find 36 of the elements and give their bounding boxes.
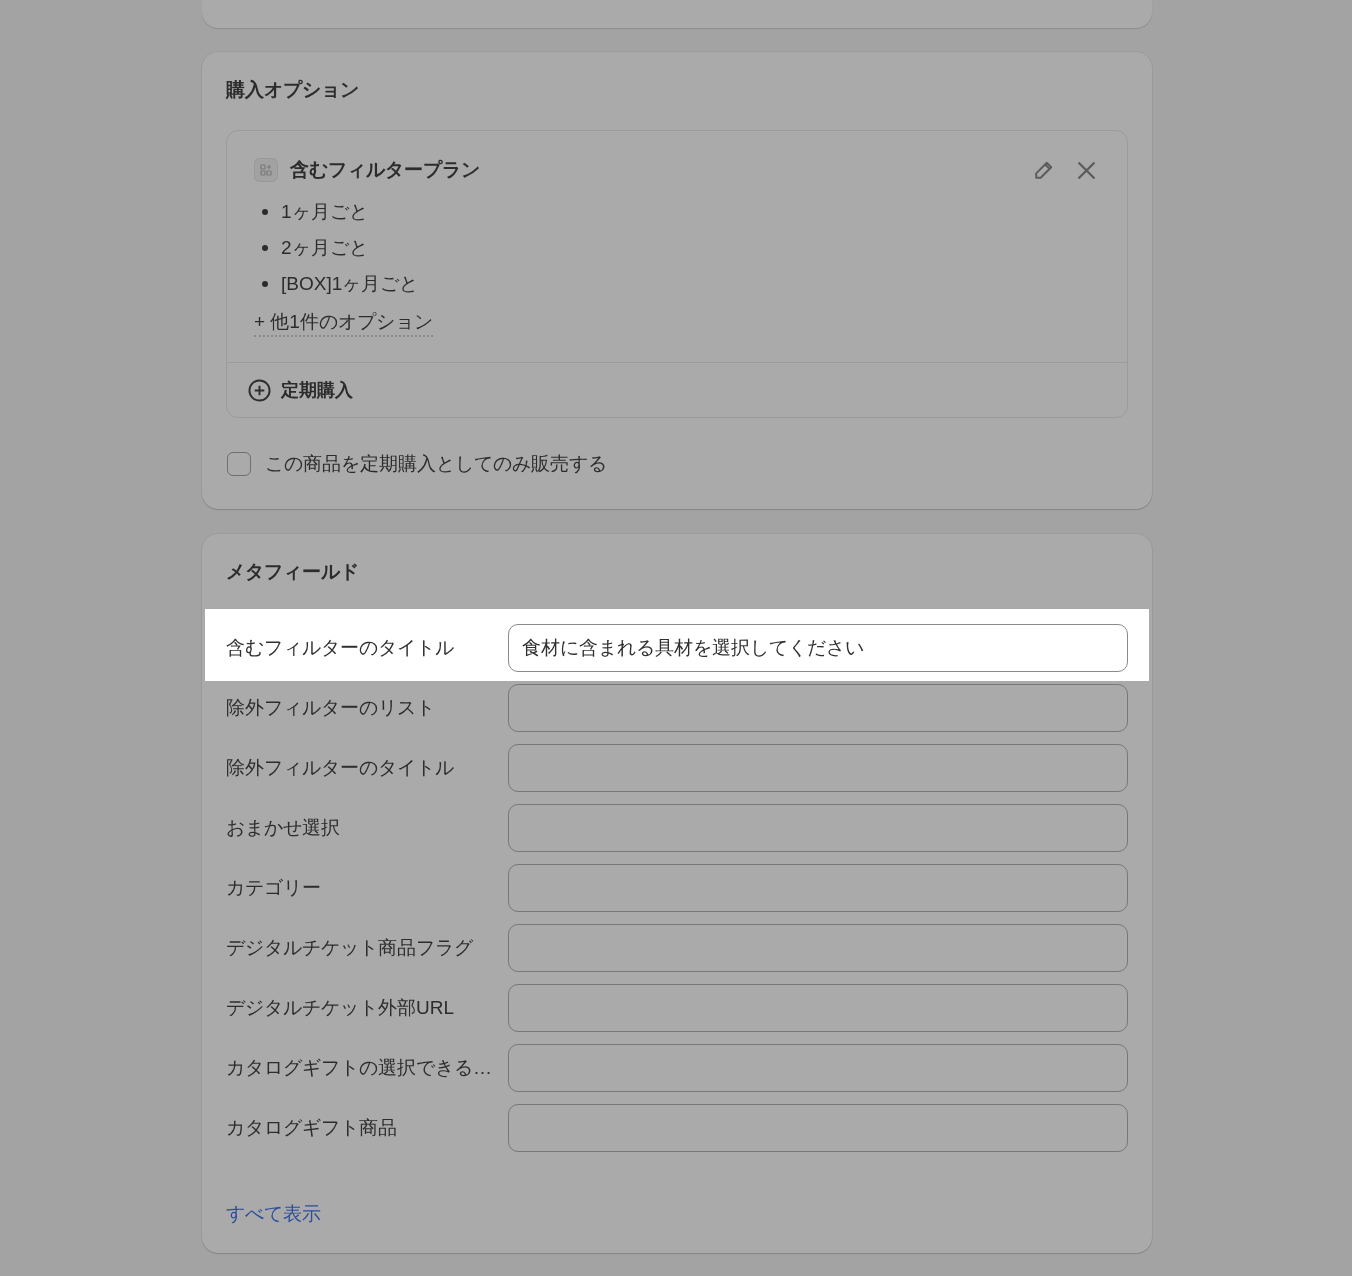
- text-field[interactable]: [508, 864, 1128, 912]
- plan-option: [BOX]1ヶ月ごと: [281, 271, 419, 297]
- close-icon: [1077, 161, 1095, 179]
- plan-option: 1ヶ月ごと: [281, 199, 368, 225]
- field-label: 含むフィルターのタイトル: [226, 636, 454, 660]
- plus-circle-icon: [248, 378, 271, 402]
- section-title: 購入オプション: [226, 78, 359, 102]
- apps-icon: [254, 158, 278, 182]
- add-subscription-button[interactable]: 定期購入: [248, 378, 353, 402]
- field-label: カタログギフトの選択できる…: [226, 1056, 492, 1080]
- checkbox[interactable]: [227, 452, 251, 476]
- section-title: メタフィールド: [226, 560, 359, 584]
- show-all-link[interactable]: すべて表示: [226, 1201, 321, 1227]
- text-field[interactable]: [508, 924, 1128, 972]
- plan-option: 2ヶ月ごと: [281, 235, 368, 261]
- checkbox-label: この商品を定期購入としてのみ販売する: [265, 452, 607, 476]
- plan-title: 含むフィルタープラン: [290, 158, 480, 182]
- field-label: カタログギフト商品: [226, 1116, 397, 1140]
- field-label: デジタルチケット商品フラグ: [226, 936, 473, 960]
- more-options-link[interactable]: + 他1件のオプション: [254, 309, 433, 337]
- field-label: デジタルチケット外部URL: [226, 996, 454, 1020]
- bullet-icon: [262, 245, 268, 251]
- text-field[interactable]: 食材に含まれる具材を選択してください: [508, 624, 1128, 672]
- text-field[interactable]: [508, 1044, 1128, 1092]
- field-label: カテゴリー: [226, 876, 321, 900]
- field-label: 除外フィルターのタイトル: [226, 756, 454, 780]
- field-label: 除外フィルターのリスト: [226, 696, 435, 720]
- text-field[interactable]: [508, 1104, 1128, 1152]
- text-field[interactable]: [508, 984, 1128, 1032]
- bullet-icon: [262, 281, 268, 287]
- field-label: おまかせ選択: [226, 816, 340, 840]
- text-field[interactable]: [508, 684, 1128, 732]
- text-field[interactable]: [508, 744, 1128, 792]
- bullet-icon: [262, 209, 268, 215]
- pencil-icon: [1034, 160, 1054, 180]
- text-field[interactable]: [508, 804, 1128, 852]
